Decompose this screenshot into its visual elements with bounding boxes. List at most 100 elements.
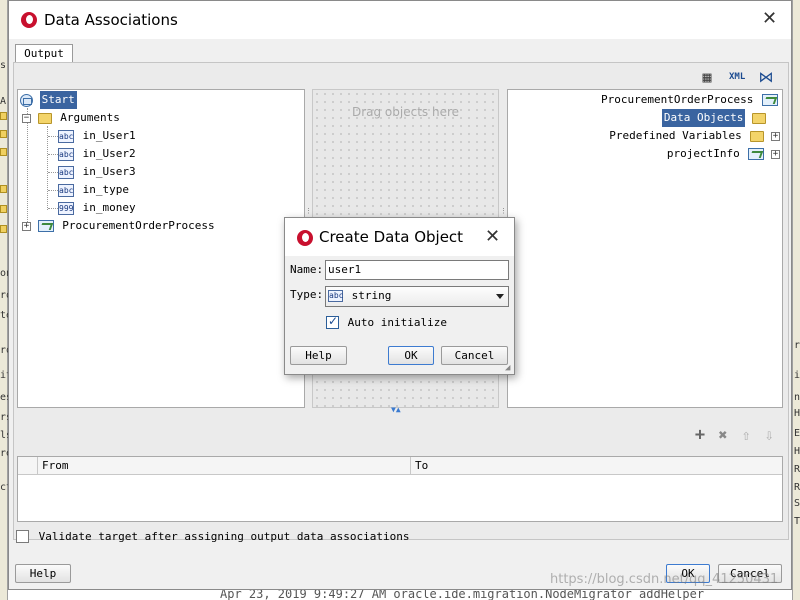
sliver-letter: es xyxy=(0,392,8,403)
delete-icon[interactable]: ✖ xyxy=(715,427,731,443)
string-type-icon: abc xyxy=(58,165,74,179)
number-type-icon: 999 xyxy=(58,201,74,215)
string-type-icon: abc xyxy=(58,129,74,143)
create-data-object-dialog: Create Data Object ✕ Name: user1 Type: a… xyxy=(284,217,515,375)
sliver-letter: Ru xyxy=(794,482,800,493)
dialog-help-button[interactable]: Help xyxy=(290,346,347,365)
tab-output[interactable]: Output xyxy=(15,44,73,63)
resize-grip-icon[interactable]: ◢ xyxy=(505,364,510,373)
type-select[interactable]: abc string xyxy=(325,286,509,307)
dialog-close-icon[interactable]: ✕ xyxy=(485,226,500,247)
sliver-letter: it xyxy=(794,370,800,381)
app-logo-icon xyxy=(297,230,313,246)
tree-node-label: in_User3 xyxy=(82,165,136,178)
tree-node-argument[interactable]: abc in_User3 xyxy=(58,163,138,181)
sliver-letter: ro xyxy=(794,340,800,351)
sliver-letter: Ev xyxy=(794,428,800,439)
tree-node-label: ProcurementOrderProcess xyxy=(62,219,215,232)
associations-table: From To xyxy=(17,456,783,522)
help-button[interactable]: Help xyxy=(15,564,71,583)
column-header-to[interactable]: To xyxy=(411,457,782,475)
sliver-letter: ls xyxy=(0,430,8,441)
tree-node-label: projectInfo xyxy=(666,147,740,160)
folder-icon xyxy=(750,130,765,142)
title-bar: Data Associations ✕ xyxy=(9,1,791,39)
tree-node-label: Predefined Variables xyxy=(609,129,742,142)
sliver-letter: s xyxy=(0,60,7,71)
sliver-letter: Hr xyxy=(794,408,800,419)
tree-node-project-info[interactable]: projectInfo + xyxy=(665,145,780,163)
sliver-letter: Ty xyxy=(794,516,800,527)
sliver-letter: te xyxy=(0,310,8,321)
tree-node-predefined[interactable]: Predefined Variables + xyxy=(607,127,780,145)
sliver-folder-icon xyxy=(0,205,7,213)
tree-node-label: in_User1 xyxy=(82,129,136,142)
splitter-grip-left[interactable]: ⋮ xyxy=(305,207,312,215)
validate-checkbox[interactable] xyxy=(16,529,29,543)
collapse-icon[interactable]: − xyxy=(22,113,31,123)
process-icon xyxy=(762,94,778,106)
background-ide-right: ro it n Hr Ev Hu Re Ru Se Ty xyxy=(792,0,800,600)
close-icon[interactable]: ✕ xyxy=(762,8,777,29)
tree-node-argument[interactable]: abc in_type xyxy=(58,181,131,199)
sliver-letter: Re xyxy=(794,464,800,475)
sliver-letter: Hu xyxy=(794,446,800,457)
chevron-down-icon[interactable] xyxy=(496,294,504,299)
tree-node-arguments[interactable]: − Arguments xyxy=(22,109,122,127)
dialog-ok-button[interactable]: OK xyxy=(388,346,434,365)
name-input[interactable]: user1 xyxy=(325,260,509,280)
auto-initialize-option[interactable]: Auto initialize xyxy=(326,314,447,329)
sliver-folder-icon xyxy=(0,130,7,138)
sliver-letter: A xyxy=(0,96,7,107)
xml-icon[interactable]: XML xyxy=(729,69,745,85)
tree-node-argument[interactable]: 999 in_money xyxy=(58,199,138,217)
validate-option[interactable]: Validate target after assigning output d… xyxy=(16,529,410,543)
tree-node-target-process[interactable]: ProcurementOrderProcess xyxy=(599,91,778,109)
column-header-from[interactable]: From xyxy=(38,457,411,475)
validate-label: Validate target after assigning output d… xyxy=(38,529,410,543)
tree-node-label: in_type xyxy=(82,183,129,196)
expand-icon[interactable]: + xyxy=(771,149,780,159)
move-up-icon[interactable]: ⇧ xyxy=(738,427,754,443)
splitter-grip-right[interactable]: ⋮ xyxy=(500,207,507,215)
auto-initialize-checkbox[interactable] xyxy=(326,314,339,329)
tree-node-label: ProcurementOrderProcess xyxy=(601,93,754,106)
sliver-folder-icon xyxy=(0,225,7,233)
tree-node-start[interactable]: Start xyxy=(20,91,77,109)
tree-node-argument[interactable]: abc in_User2 xyxy=(58,145,138,163)
tree-node-data-objects[interactable]: Data Objects xyxy=(661,109,766,127)
window-title: Data Associations xyxy=(44,11,178,29)
sliver-letter: re xyxy=(0,448,8,459)
splitter-arrows-icon[interactable]: ▼▲ xyxy=(391,405,401,414)
sliver-folder-icon xyxy=(0,185,7,193)
tree-node-label: in_User2 xyxy=(82,147,136,160)
sliver-letter: n xyxy=(794,392,800,403)
string-type-icon: abc xyxy=(328,290,344,302)
dialog-cancel-button[interactable]: Cancel xyxy=(441,346,508,365)
folder-icon xyxy=(752,112,766,124)
type-label: Type: xyxy=(290,288,324,301)
split-view-icon[interactable]: ⋈ xyxy=(758,69,774,85)
expand-icon[interactable]: + xyxy=(771,131,780,141)
string-type-icon: abc xyxy=(58,183,74,197)
watermark-text: https://blog.csdn.net/qq_41250431 xyxy=(550,572,779,587)
folder-icon xyxy=(37,112,52,124)
move-down-icon[interactable]: ⇩ xyxy=(761,427,777,443)
tree-node-label: Arguments xyxy=(60,111,120,124)
drop-hint-text: Drag objects here xyxy=(351,105,460,119)
tree-node-label: Start xyxy=(39,91,77,109)
sliver-letter: on xyxy=(0,268,8,279)
auto-initialize-label: Auto initialize xyxy=(347,315,447,329)
name-label: Name: xyxy=(290,263,324,276)
app-logo-icon xyxy=(21,12,37,28)
tree-node-label: Data Objects xyxy=(661,109,746,127)
dialog-title-bar: Create Data Object ✕ xyxy=(285,218,514,256)
tree-node-argument[interactable]: abc in_User1 xyxy=(58,127,138,145)
calculator-icon[interactable]: ▦ xyxy=(699,69,715,85)
source-tree-panel: Start − Arguments abc in_User1 abc in_Us… xyxy=(17,89,305,408)
tree-node-process[interactable]: + ProcurementOrderProcess xyxy=(22,217,217,235)
process-icon xyxy=(37,220,54,232)
expand-icon[interactable]: + xyxy=(22,221,31,231)
add-icon[interactable]: + xyxy=(692,427,708,444)
string-type-icon: abc xyxy=(58,147,74,161)
